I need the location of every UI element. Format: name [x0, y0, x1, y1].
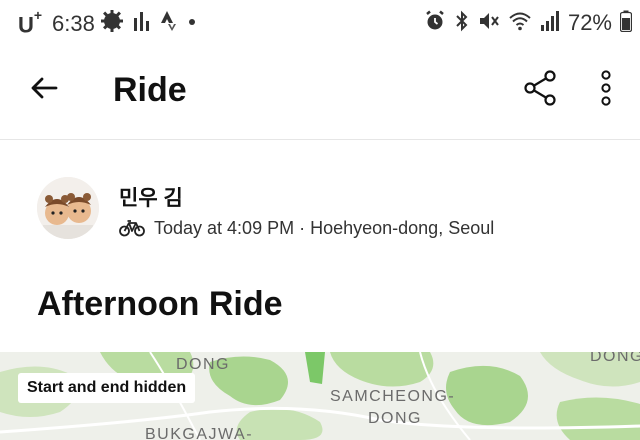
alarm-icon [424, 10, 446, 37]
wifi-icon [508, 10, 532, 37]
more-vertical-icon [600, 69, 612, 112]
bluetooth-icon [454, 10, 470, 37]
mute-icon [478, 10, 500, 37]
map-label-dong-top: DONG [176, 356, 230, 373]
equalizer-icon [133, 10, 151, 37]
more-options-button[interactable] [590, 66, 622, 114]
athlete-name[interactable]: 민우 김 [119, 182, 183, 212]
bicycle-icon [119, 219, 145, 237]
map-label-bukgajwa: BUKGAJWA- [145, 426, 254, 440]
signal-icon [540, 10, 560, 37]
strava-icon [160, 10, 178, 37]
app-bar: Ride [0, 46, 640, 140]
page-title: Ride [113, 71, 187, 109]
back-arrow-icon [30, 76, 58, 105]
avatar[interactable] [37, 177, 99, 239]
avatar-image [37, 177, 99, 239]
status-left-icons [100, 9, 197, 38]
activity-meta: Today at 4:09 PM · Hoehyeon-dong, Seoul [119, 217, 494, 239]
status-time: 6:38 [52, 11, 95, 36]
meta-separator: · [299, 217, 306, 238]
activity-title: Afternoon Ride [37, 285, 283, 323]
athlete-header: 민우 김 Today at 4:09 PM · Hoehyeon-dong, S… [0, 160, 640, 250]
notification-dot-icon [187, 14, 197, 32]
share-button[interactable] [516, 66, 564, 114]
map-label-dong-right: DONG [590, 352, 640, 365]
battery-percent: 72% [567, 10, 612, 35]
activity-time: Today at 4:09 PM [154, 217, 295, 238]
status-bar: U+ 6:38 72% [0, 0, 640, 46]
map-label-samcheong-dong: DONG [368, 410, 422, 427]
battery-icon [619, 10, 633, 37]
map-label-samcheong: SAMCHEONG- [330, 388, 456, 405]
share-icon [521, 69, 559, 112]
activity-location: Hoehyeon-dong, Seoul [310, 217, 495, 238]
settings-gear-icon [100, 9, 124, 38]
carrier-label: U+ [18, 7, 43, 38]
privacy-badge: Start and end hidden [18, 373, 196, 403]
back-button[interactable] [24, 70, 64, 110]
status-right-icons: 72% [424, 10, 633, 37]
